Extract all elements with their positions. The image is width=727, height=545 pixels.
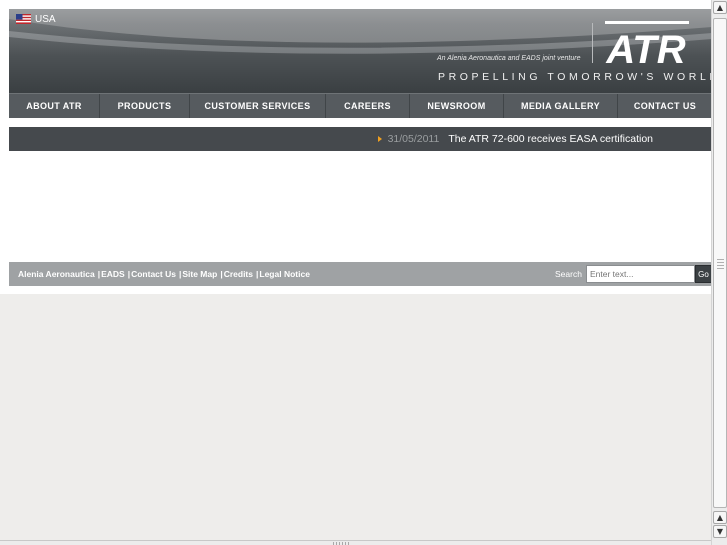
tagline-joint-venture: An Alenia Aeronautica and EADS joint ven… [437, 55, 581, 62]
footer-link-eads[interactable]: EADS [101, 269, 125, 279]
footer-links: Alenia Aeronautica | EADS | Contact Us |… [18, 262, 310, 286]
nav-contact-us[interactable]: CONTACT US [618, 94, 712, 118]
vertical-scrollbar[interactable]: ▲ ▲ ▼ [711, 0, 727, 545]
news-bullet-icon [377, 136, 382, 142]
nav-products[interactable]: PRODUCTS [100, 94, 190, 118]
footer-separator: | [127, 269, 131, 279]
search-input[interactable] [586, 265, 695, 283]
footer-link-contact-us[interactable]: Contact Us [131, 269, 176, 279]
footer-separator: | [178, 269, 182, 279]
nav-customer-services[interactable]: CUSTOMER SERVICES [190, 94, 326, 118]
site-header: USA An Alenia Aeronautica and EADS joint… [9, 9, 712, 93]
logo-divider [592, 23, 593, 63]
tagline-slogan: PROPELLING TOMORROW'S WORLD [438, 71, 712, 83]
news-ticker: 31/05/2011 The ATR 72-600 receives EASA … [9, 127, 712, 151]
nav-media-gallery[interactable]: MEDIA GALLERY [504, 94, 618, 118]
search-label: Search [555, 269, 582, 279]
footer-link-legal-notice[interactable]: Legal Notice [259, 269, 310, 279]
footer-link-credits[interactable]: Credits [224, 269, 253, 279]
main-navigation: ABOUT ATR PRODUCTS CUSTOMER SERVICES CAR… [9, 93, 712, 118]
footer-separator: | [220, 269, 223, 279]
news-date: 31/05/2011 [387, 133, 440, 145]
nav-newsroom[interactable]: NEWSROOM [410, 94, 504, 118]
scroll-down-arrow-icon[interactable]: ▼ [713, 525, 727, 538]
nav-about-atr[interactable]: ABOUT ATR [9, 94, 100, 118]
us-flag-icon [16, 14, 31, 24]
scroll-grip-icon [717, 257, 724, 269]
language-label: USA [35, 13, 56, 25]
news-headline-link[interactable]: The ATR 72-600 receives EASA certificati… [448, 133, 653, 145]
footer-separator: | [97, 269, 101, 279]
footer-link-site-map[interactable]: Site Map [182, 269, 217, 279]
site-container: USA An Alenia Aeronautica and EADS joint… [9, 9, 712, 286]
page-lower-background [0, 294, 711, 540]
scroll-up-arrow-icon[interactable]: ▲ [713, 511, 727, 524]
site-footer: Alenia Aeronautica | EADS | Contact Us |… [9, 262, 712, 286]
footer-separator: | [256, 269, 259, 279]
scroll-up-arrow-icon[interactable]: ▲ [713, 1, 727, 14]
logo-text: ATR [605, 28, 685, 65]
main-content-area [9, 151, 712, 262]
atr-logo[interactable]: ATR [601, 21, 691, 65]
search-go-button[interactable]: Go [695, 265, 712, 283]
nav-careers[interactable]: CAREERS [326, 94, 410, 118]
vertical-scroll-thumb[interactable] [713, 18, 727, 508]
horizontal-scrollbar[interactable] [0, 540, 711, 545]
footer-link-alenia[interactable]: Alenia Aeronautica [18, 269, 95, 279]
language-selector[interactable]: USA [16, 12, 56, 26]
